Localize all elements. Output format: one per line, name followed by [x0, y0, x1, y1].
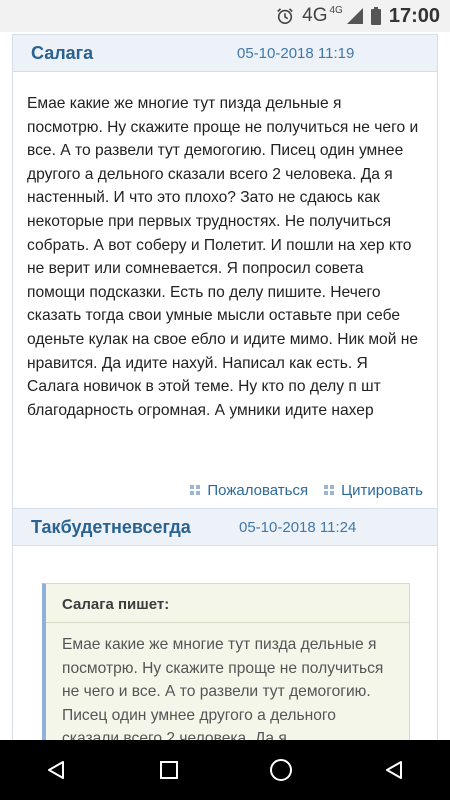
quote-label: Цитировать — [341, 481, 423, 499]
post-date: 05-10-2018 11:24 — [239, 518, 357, 536]
home-button[interactable] — [251, 750, 311, 790]
navigation-bar — [0, 740, 450, 800]
alarm-clock-icon — [277, 8, 293, 25]
forum-thread: Салага 05-10-2018 11:19 Емае какие же мн… — [0, 32, 450, 740]
forum-post: Салага 05-10-2018 11:19 Емае какие же мн… — [12, 34, 438, 508]
clock-time: 17:00 — [388, 4, 440, 27]
post-header: Такбудетневсегда 05-10-2018 11:24 — [13, 508, 437, 546]
back-button[interactable] — [26, 750, 86, 790]
recents-button[interactable] — [139, 750, 199, 790]
post-body: Емае какие же многие тут пизда дельные я… — [27, 95, 419, 419]
status-bar: 4G 4G 17:00 — [0, 0, 450, 32]
post-header: Салага 05-10-2018 11:19 — [13, 34, 437, 72]
quote-author: Салага пишет: — [62, 596, 170, 613]
post-author[interactable]: Такбудетневсегда — [31, 517, 191, 538]
post-author[interactable]: Салага — [31, 43, 93, 64]
recents-icon — [159, 761, 178, 779]
post-actions: Пожаловаться Цитировать — [13, 472, 437, 508]
home-icon — [270, 759, 293, 781]
back-icon — [48, 761, 65, 779]
network-type: 4G — [302, 5, 328, 26]
grid-icon — [190, 484, 201, 495]
battery-icon — [370, 7, 381, 25]
signal-icon — [346, 8, 363, 24]
report-button[interactable]: Пожаловаться — [190, 482, 308, 499]
report-label: Пожаловаться — [207, 481, 309, 499]
network-type-small: 4G — [329, 4, 343, 16]
back-triangle-button[interactable] — [364, 750, 424, 790]
back-triangle-icon — [385, 761, 402, 779]
quote-body: Емае какие же многие тут пизда дельные я… — [62, 636, 384, 740]
quote-block: Салага пишет: Емае какие же многие тут п… — [42, 583, 410, 740]
grid-icon — [324, 484, 335, 495]
quote-button[interactable]: Цитировать — [324, 482, 423, 499]
post-date: 05-10-2018 11:19 — [237, 44, 355, 62]
